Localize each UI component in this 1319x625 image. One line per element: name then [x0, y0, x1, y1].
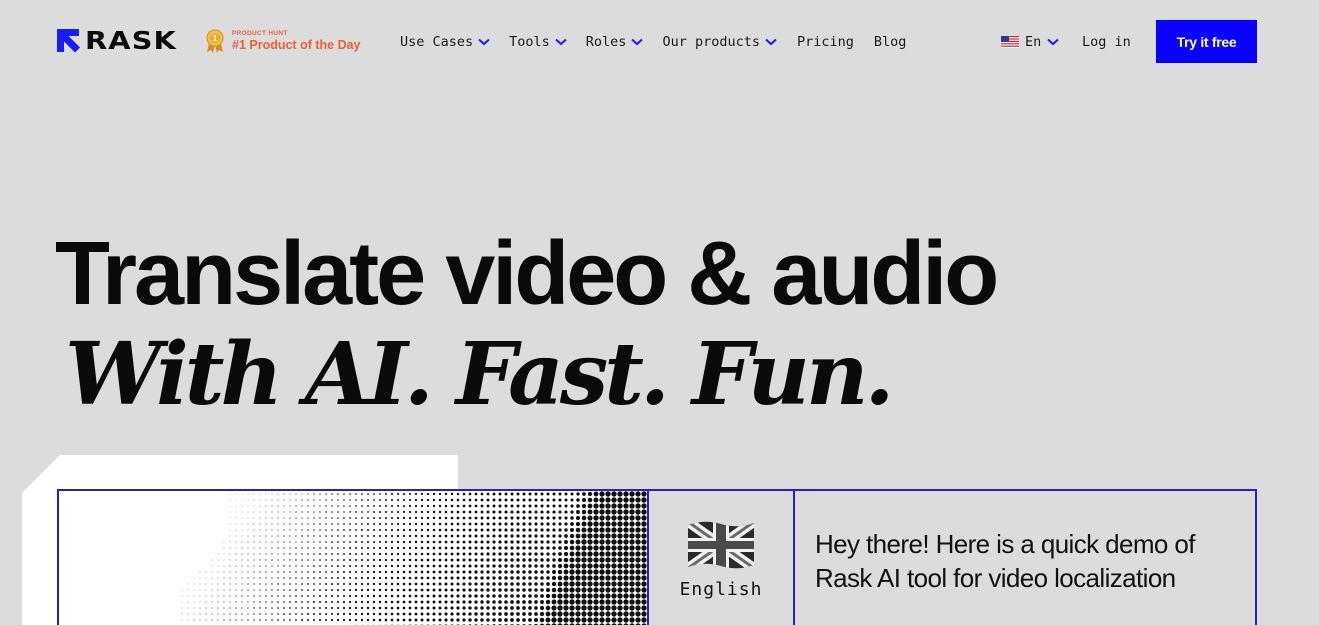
rask-logo[interactable]: RASK: [57, 28, 176, 53]
nav-item-label: Blog: [873, 34, 907, 50]
product-hunt-badge[interactable]: 1 PRODUCT HUNT #1 Product of the Day: [206, 29, 361, 53]
chevron-down-icon: [555, 38, 567, 46]
hero-subtitle: With AI. Fast. Fun.: [65, 324, 894, 425]
demo-caption: Hey there! Here is a quick demo of Rask …: [815, 529, 1196, 593]
nav-use-cases[interactable]: Use Cases: [400, 34, 490, 50]
chevron-down-icon: [765, 38, 777, 46]
nav-item-label: Tools: [509, 34, 550, 50]
demo-language-label: English: [679, 579, 763, 600]
chevron-down-icon: [631, 38, 644, 46]
nav-item-label: Our products: [662, 34, 760, 50]
demo-caption-cell: Hey there! Here is a quick demo of Rask …: [795, 491, 1255, 625]
product-hunt-title: #1 Product of the Day: [232, 38, 361, 52]
medal-icon: 1: [206, 29, 224, 53]
us-flag-icon: [1001, 36, 1019, 48]
nav-blog[interactable]: Blog: [874, 34, 907, 50]
nav-roles[interactable]: Roles: [586, 34, 644, 50]
nav-item-label: Roles: [585, 34, 627, 50]
nav-pricing[interactable]: Pricing: [797, 34, 854, 50]
language-selector[interactable]: En: [1001, 33, 1059, 51]
uk-flag-icon: [688, 521, 754, 569]
chevron-down-icon: [478, 38, 490, 46]
halftone-video-preview: [181, 491, 647, 625]
demo-language-cell: English: [647, 491, 795, 625]
logo-arrow-icon: [57, 29, 80, 53]
demo-panel: English Hey there! Here is a quick demo …: [57, 489, 1257, 625]
svg-text:1: 1: [212, 34, 218, 43]
nav-our-products[interactable]: Our products: [662, 34, 777, 50]
product-hunt-label: PRODUCT HUNT: [232, 30, 288, 37]
hero-title: Translate video & audio: [55, 224, 999, 324]
language-label: En: [1025, 34, 1042, 50]
logo-text: RASK: [85, 26, 177, 55]
nav-tools[interactable]: Tools: [509, 34, 567, 50]
chevron-down-icon: [1047, 38, 1059, 46]
try-it-free-button[interactable]: Try it free: [1156, 20, 1257, 63]
main-nav: Use Cases Tools Roles Our products Prici…: [400, 33, 906, 51]
nav-item-label: Use Cases: [400, 34, 474, 50]
site-header: RASK 1 PRODUCT HUNT #1 Product of the Da…: [0, 0, 1319, 84]
login-link[interactable]: Log in: [1082, 33, 1131, 51]
demo-video[interactable]: [59, 491, 647, 625]
nav-item-label: Pricing: [796, 34, 854, 50]
